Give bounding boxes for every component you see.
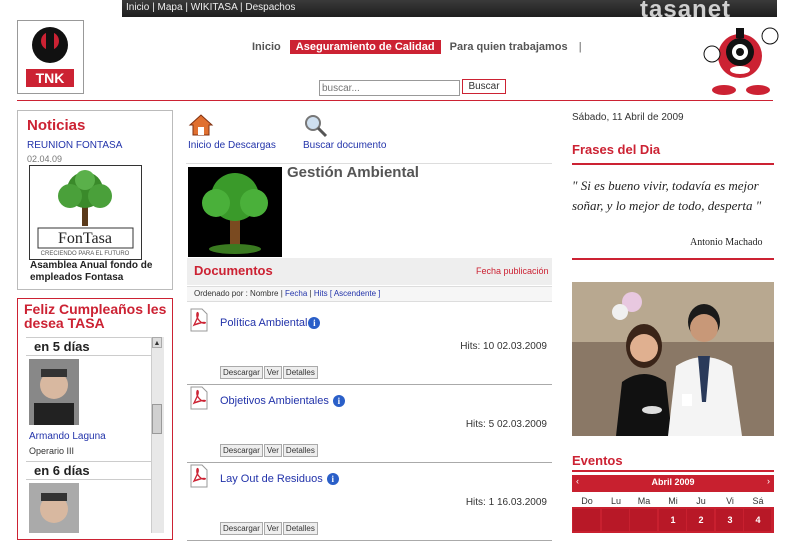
calendar-weekday: Mi	[668, 496, 678, 506]
calendar-weekday: Lu	[610, 496, 621, 506]
birthday-role: Operario III	[29, 446, 75, 456]
details-button[interactable]: Detalles	[282, 444, 318, 457]
document-link[interactable]: Lay Out de Residuos i	[220, 473, 339, 485]
calendar-weekdays: Do Lu Ma Mi Ju Vi Sá	[572, 492, 774, 507]
calendar-weekday: Sá	[752, 496, 764, 506]
section-title: Gestión Ambiental	[287, 164, 419, 181]
document-buttons: Descargar Ver Detalles	[220, 444, 319, 457]
sort-hits-link[interactable]: Hits	[314, 289, 328, 298]
document-row: Política Ambiental i Hits: 10 02.03.2009 …	[187, 306, 552, 385]
sort-text: Ordenado por : Nombre | Fecha | Hits [ A…	[194, 289, 381, 298]
top-link-despachos[interactable]: Despachos	[245, 2, 295, 13]
tree-image	[188, 167, 282, 257]
scrollbar-thumb[interactable]	[152, 404, 162, 434]
scroll-up-icon[interactable]: ▲	[152, 337, 162, 348]
view-button[interactable]: Ver	[263, 444, 282, 457]
avatar	[29, 359, 79, 425]
birthday-section: en 5 días Armando Laguna Operario III	[26, 337, 151, 456]
birthday-heading: en 5 días	[26, 337, 151, 356]
event-photo	[572, 282, 774, 436]
news-item-date: 02.04.09	[27, 154, 63, 164]
document-buttons: Descargar Ver Detalles	[220, 366, 319, 379]
view-button[interactable]: Ver	[263, 366, 282, 379]
view-button[interactable]: Ver	[263, 522, 282, 535]
sort-by-date-link[interactable]: Fecha publicación	[476, 266, 549, 276]
frases-title: Frases del Dia	[572, 142, 661, 157]
birthday-scrollbar[interactable]	[151, 337, 164, 533]
top-link-mapa[interactable]: Mapa	[158, 2, 183, 13]
pdf-icon	[189, 308, 209, 332]
calendar-weekday: Ju	[696, 496, 706, 506]
details-button[interactable]: Detalles	[282, 366, 318, 379]
calendar-weekday: Ma	[637, 496, 651, 506]
documents-title: Documentos	[194, 263, 273, 278]
search-button[interactable]: Buscar	[462, 79, 506, 94]
magnifier-icon[interactable]	[303, 113, 329, 139]
fontasa-tagline: CRECIENDO PARA EL FUTURO	[41, 251, 130, 257]
calendar-day[interactable]: 2	[687, 515, 715, 525]
info-icon[interactable]: i	[308, 317, 321, 329]
document-hits: Hits: 5 02.03.2009	[465, 419, 547, 430]
document-hits: Hits: 10 02.03.2009	[460, 341, 547, 352]
search-input[interactable]	[319, 80, 460, 96]
download-button[interactable]: Descargar	[220, 366, 263, 379]
document-row: Objetivos Ambientales i Hits: 5 02.03.20…	[187, 384, 552, 463]
downloads-home-link[interactable]: Inicio de Descargas	[188, 140, 276, 151]
nav-item-inicio[interactable]: Inicio	[246, 40, 287, 54]
quote-text: " Si es bueno vivir, todavía es mejor so…	[572, 178, 762, 213]
calendar-weekday: Vi	[726, 496, 734, 506]
current-date: Sábado, 11 Abril de 2009	[572, 112, 684, 123]
quote-author: Antonio Machado	[690, 237, 763, 248]
document-buttons: Descargar Ver Detalles	[220, 522, 319, 535]
document-link[interactable]: Objetivos Ambientales i	[220, 395, 345, 407]
download-button[interactable]: Descargar	[220, 444, 263, 457]
document-row: Lay Out de Residuos i Hits: 1 16.03.2009…	[187, 462, 552, 541]
calendar-weekday: Do	[581, 496, 593, 506]
eventos-title: Eventos	[572, 453, 623, 468]
fontasa-image[interactable]: FonTasa CRECIENDO PARA EL FUTURO	[29, 165, 142, 260]
document-hits: Hits: 1 16.03.2009	[465, 497, 547, 508]
pdf-icon	[189, 386, 209, 410]
news-item-link[interactable]: REUNION FONTASA	[27, 140, 122, 151]
calendar-day[interactable]: 4	[744, 515, 772, 525]
top-link-wikitasa[interactable]: WIKITASA	[191, 2, 238, 13]
sort-ascending-link[interactable]: [ Ascendente ]	[330, 289, 381, 298]
document-link[interactable]: Política Ambiental i	[220, 317, 321, 329]
top-links: Inicio | Mapa | WIKITASA | Despachos	[126, 2, 296, 13]
news-caption: Asamblea Anual fondo de empleados Fontas…	[30, 260, 153, 283]
avatar	[29, 483, 79, 533]
eventos-divider	[572, 470, 774, 472]
calendar-day[interactable]: 3	[716, 515, 744, 525]
quote-divider	[572, 258, 774, 260]
pdf-icon	[189, 464, 209, 488]
calendar-next-icon[interactable]: ›	[767, 476, 770, 486]
search-document-link[interactable]: Buscar documento	[303, 140, 386, 151]
info-icon[interactable]: i	[332, 395, 345, 407]
header-divider	[17, 100, 773, 101]
details-button[interactable]: Detalles	[282, 522, 318, 535]
tnk-logo[interactable]: TNK	[17, 20, 84, 94]
nav-item-para-quien[interactable]: Para quien trabajamos	[444, 40, 574, 54]
calendar-day[interactable]: 1	[659, 515, 687, 525]
home-icon[interactable]	[188, 113, 214, 137]
birthday-list: en 5 días Armando Laguna Operario III en…	[26, 337, 151, 533]
top-link-inicio[interactable]: Inicio	[126, 2, 149, 13]
frases-divider	[572, 163, 774, 165]
birthday-title: Feliz Cumpleaños les desea TASA	[24, 301, 167, 331]
download-button[interactable]: Descargar	[220, 522, 263, 535]
logo-text: TNK	[36, 70, 65, 86]
main-nav: Inicio Aseguramiento de Calidad Para qui…	[246, 40, 584, 54]
news-title: Noticias	[27, 117, 86, 134]
birthday-name[interactable]: Armando Laguna	[29, 431, 106, 442]
events-calendar: ‹ Abril 2009 › Do Lu Ma Mi Ju Vi Sá 1 2 …	[572, 475, 774, 533]
birthday-heading: en 6 días	[26, 461, 151, 480]
info-icon[interactable]: i	[326, 473, 339, 485]
calendar-month: Abril 2009	[651, 477, 695, 487]
birthday-section: en 6 días	[26, 461, 151, 533]
fontasa-brand: FonTasa	[58, 230, 112, 247]
nav-item-aseguramiento[interactable]: Aseguramiento de Calidad	[289, 40, 441, 54]
mascot-image	[694, 18, 790, 98]
sort-fecha-link[interactable]: Fecha	[285, 289, 307, 298]
